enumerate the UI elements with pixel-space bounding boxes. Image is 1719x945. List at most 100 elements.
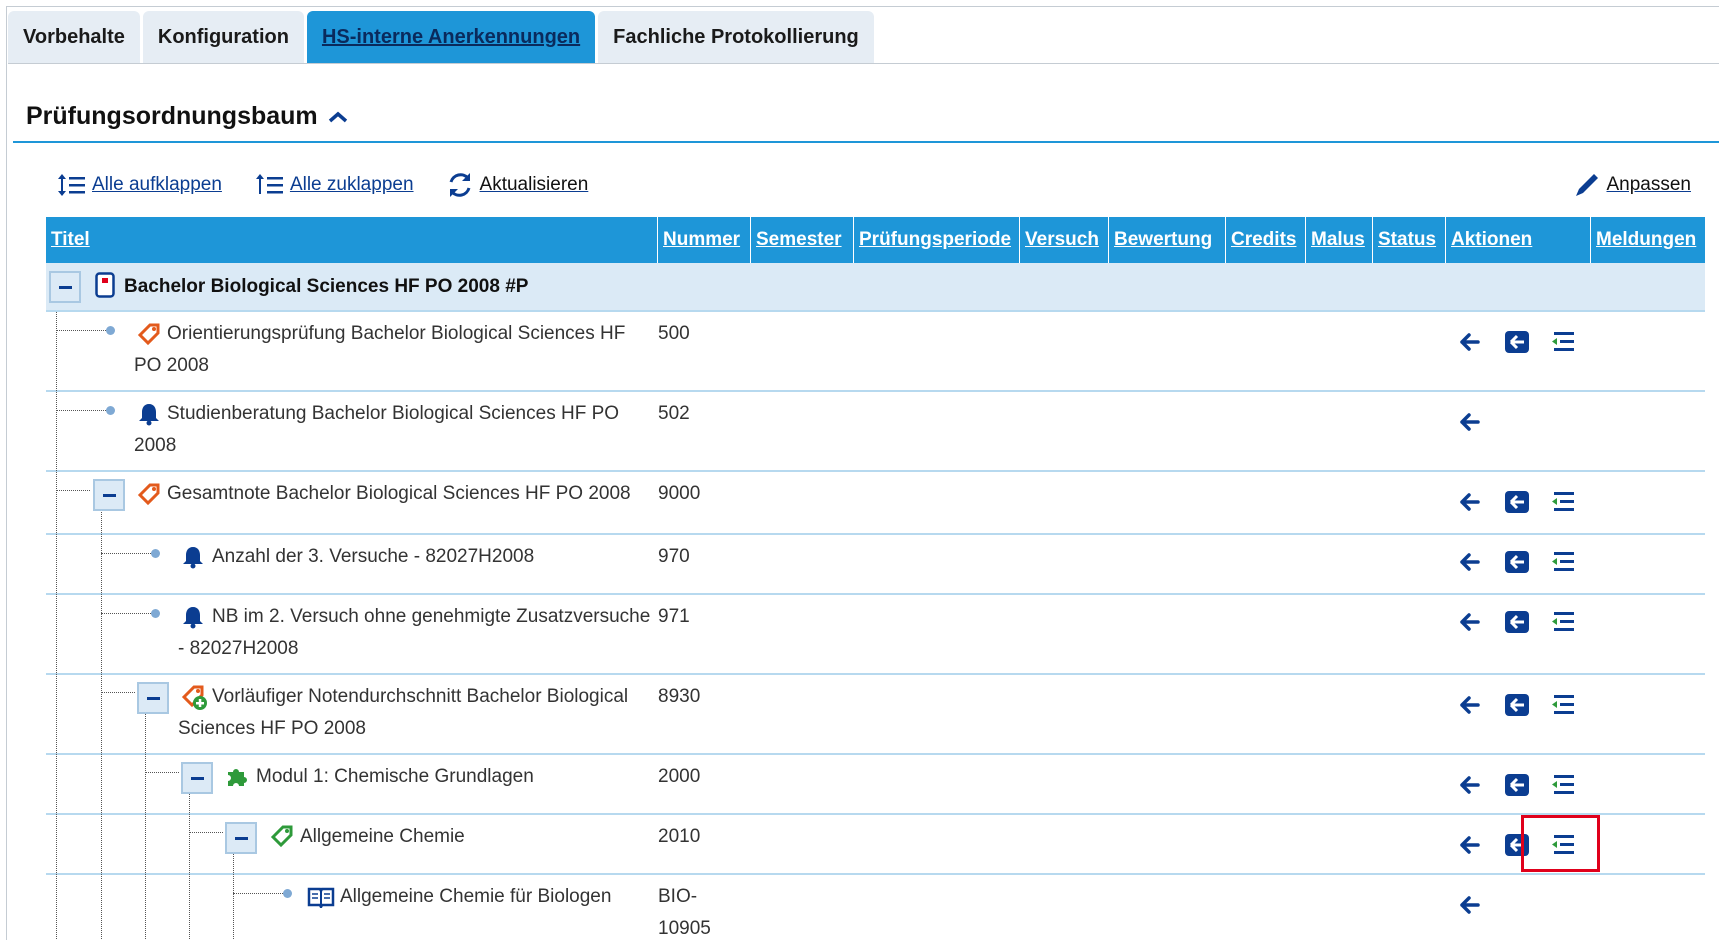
col-credits[interactable]: Credits <box>1226 217 1306 263</box>
return-box-icon[interactable] <box>1505 551 1529 573</box>
row-title[interactable]: Bachelor Biological Sciences HF PO 2008 … <box>124 271 528 303</box>
tree-leaf-dot <box>151 549 160 558</box>
table-header: Titel Nummer Semester Prüfungsperiode Ve… <box>46 217 1705 263</box>
return-box-icon[interactable] <box>1505 611 1529 633</box>
row-title[interactable]: Modul 1: Chemische Grundlagen <box>256 761 534 793</box>
row-title[interactable]: Vorläufiger Notendurchschnitt Bachelor B… <box>212 681 628 713</box>
collapse-all-label: Alle zuklappen <box>289 174 414 195</box>
pencil-icon <box>1576 174 1599 196</box>
col-versuch[interactable]: Versuch <box>1020 217 1109 263</box>
row-title[interactable]: Allgemeine Chemie <box>300 821 465 853</box>
arrow-left-icon[interactable] <box>1460 836 1480 854</box>
row-number: 500 <box>658 323 690 344</box>
row-title-cont: - 82027H2008 <box>178 638 299 659</box>
refresh-label: Aktualisieren <box>479 174 589 195</box>
col-bewertung[interactable]: Bewertung <box>1109 217 1226 263</box>
row-title[interactable]: NB im 2. Versuch ohne genehmigte Zusatzv… <box>212 601 650 633</box>
tree-line <box>56 410 106 411</box>
col-semester[interactable]: Semester <box>751 217 854 263</box>
col-malus[interactable]: Malus <box>1306 217 1373 263</box>
row-number: 970 <box>658 546 690 567</box>
col-nummer[interactable]: Nummer <box>658 217 751 263</box>
expand-all-icon <box>58 174 85 196</box>
row-number: 2000 <box>658 766 701 787</box>
arrow-left-icon[interactable] <box>1460 776 1480 794</box>
tree-leaf-dot <box>151 609 160 618</box>
collapse-toggle[interactable] <box>93 479 125 511</box>
collapse-toggle[interactable] <box>225 822 257 854</box>
arrow-left-icon[interactable] <box>1460 413 1480 431</box>
chevron-up-icon <box>328 111 347 122</box>
return-box-icon[interactable] <box>1505 694 1529 716</box>
tree-line <box>56 490 90 491</box>
bell-icon <box>183 607 203 629</box>
table-row <box>46 815 1705 875</box>
list-indent-icon[interactable] <box>1550 693 1576 717</box>
col-aktionen[interactable]: Aktionen <box>1446 217 1591 263</box>
tab-hs-interne-anerkennungen[interactable]: HS-interne Anerkennungen <box>306 11 596 63</box>
tree-line <box>101 505 102 939</box>
section-header[interactable]: Prüfungsordnungsbaum <box>26 102 348 131</box>
tab-vorbehalte[interactable]: Vorbehalte <box>8 11 140 63</box>
collapse-toggle[interactable] <box>137 682 169 714</box>
col-titel[interactable]: Titel <box>46 217 658 263</box>
customize-label: Anpassen <box>1606 174 1691 195</box>
tree-line <box>189 786 190 939</box>
row-title[interactable]: Gesamtnote Bachelor Biological Sciences … <box>167 478 631 510</box>
tree-leaf-dot <box>283 889 292 898</box>
highlight-box <box>1521 815 1600 872</box>
tree-line <box>56 312 57 939</box>
collapse-toggle[interactable] <box>49 271 81 303</box>
list-indent-icon[interactable] <box>1550 773 1576 797</box>
list-indent-icon[interactable] <box>1550 550 1576 574</box>
row-title[interactable]: Anzahl der 3. Versuche - 82027H2008 <box>212 541 534 573</box>
row-number: 8930 <box>658 686 701 707</box>
expand-all-button[interactable]: Alle aufklappen <box>56 172 222 198</box>
row-number: BIO- <box>658 886 698 907</box>
expand-all-label: Alle aufklappen <box>92 174 222 195</box>
tree-line <box>101 613 151 614</box>
row-title-cont: 2008 <box>134 435 177 456</box>
row-title[interactable]: Studienberatung Bachelor Biological Scie… <box>167 398 619 430</box>
return-box-icon[interactable] <box>1505 331 1529 353</box>
tree-leaf-dot <box>106 326 115 335</box>
tree-line <box>145 772 179 773</box>
list-indent-icon[interactable] <box>1550 330 1576 354</box>
section-title: Prüfungsordnungsbaum <box>26 102 318 130</box>
col-status[interactable]: Status <box>1373 217 1446 263</box>
arrow-left-icon[interactable] <box>1460 696 1480 714</box>
tab-divider <box>8 63 1719 64</box>
refresh-button[interactable]: Aktualisieren <box>446 171 589 199</box>
row-title-cont: PO 2008 <box>134 355 209 376</box>
arrow-left-icon[interactable] <box>1460 333 1480 351</box>
tab-konfiguration[interactable]: Konfiguration <box>142 11 304 63</box>
col-meldungen[interactable]: Meldungen <box>1591 217 1705 263</box>
tag-icon <box>137 323 160 346</box>
tree-toolbar: Alle aufklappen Alle zuklappen Aktualisi… <box>56 168 1699 202</box>
return-box-icon[interactable] <box>1505 491 1529 513</box>
arrow-left-icon[interactable] <box>1460 613 1480 631</box>
tree-line <box>56 330 106 331</box>
list-indent-icon[interactable] <box>1550 490 1576 514</box>
collapse-all-icon <box>255 174 283 194</box>
tree-line <box>189 832 223 833</box>
list-indent-icon[interactable] <box>1550 610 1576 634</box>
collapse-all-button[interactable]: Alle zuklappen <box>254 172 414 198</box>
row-title[interactable]: Allgemeine Chemie für Biologen <box>340 881 611 913</box>
tab-bar: Vorbehalte Konfiguration HS-interne Aner… <box>8 11 877 63</box>
tree-line <box>101 553 151 554</box>
customize-button[interactable]: Anpassen <box>1574 172 1691 198</box>
arrow-left-icon[interactable] <box>1460 553 1480 571</box>
tree-line <box>101 692 135 693</box>
row-title[interactable]: Orientierungsprüfung Bachelor Biological… <box>167 318 625 350</box>
arrow-left-icon[interactable] <box>1460 896 1480 914</box>
col-pruefungsperiode[interactable]: Prüfungsperiode <box>854 217 1020 263</box>
tree-line <box>145 706 146 939</box>
return-box-icon[interactable] <box>1505 774 1529 796</box>
collapse-toggle[interactable] <box>181 762 213 794</box>
arrow-left-icon[interactable] <box>1460 493 1480 511</box>
document-icon <box>95 272 115 298</box>
row-number: 971 <box>658 606 690 627</box>
tab-fachliche-protokollierung[interactable]: Fachliche Protokollierung <box>598 11 874 63</box>
refresh-icon <box>449 173 470 197</box>
